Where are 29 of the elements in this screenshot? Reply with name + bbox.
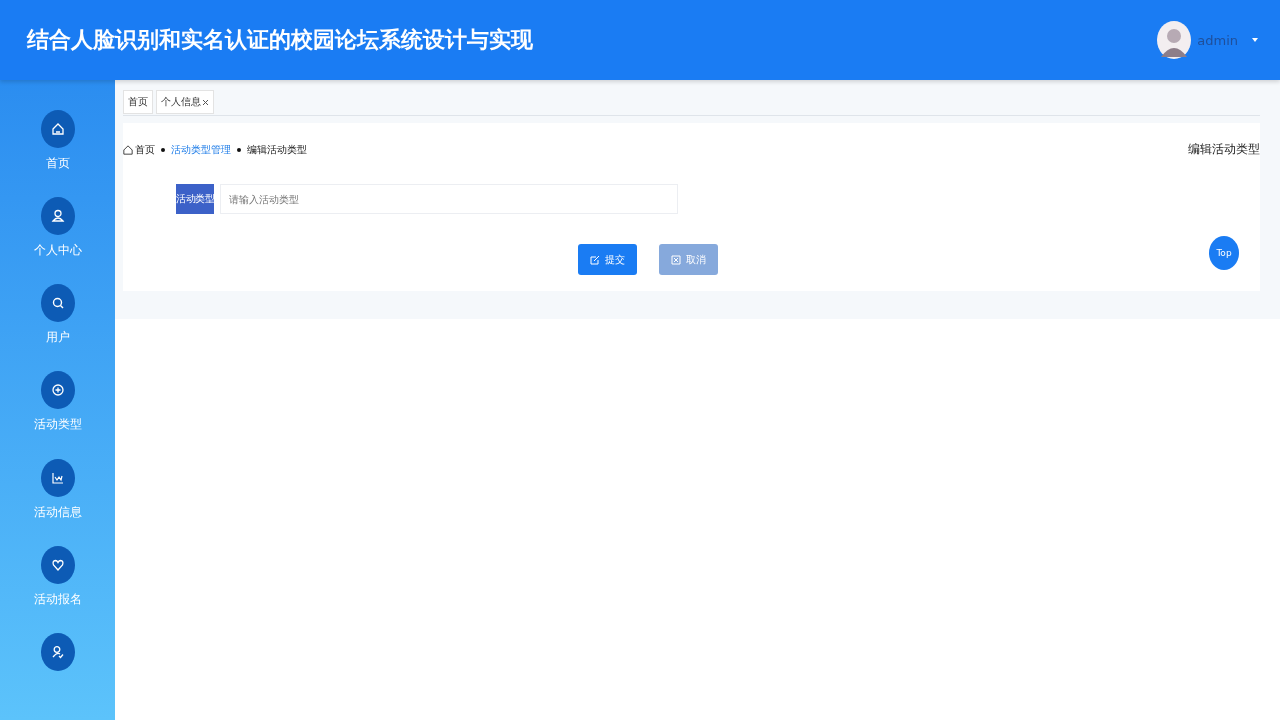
page-title: 编辑活动类型 (1188, 141, 1260, 158)
usercheck-icon[interactable] (40, 632, 75, 671)
user-icon[interactable] (40, 197, 75, 236)
avatar-icon[interactable] (1157, 21, 1192, 59)
sidebar-item[interactable]: 活动类型 (33, 416, 82, 434)
field-label: 活动类型 (176, 184, 214, 214)
app-title: 结合人脸识别和实名认证的校园论坛系统设计与实现 (27, 26, 533, 54)
submit-button[interactable]: 提交 (577, 244, 637, 275)
sidebar-item[interactable]: 用户 (45, 329, 70, 347)
input-field[interactable]: 请输入活动类型 (220, 184, 678, 214)
home-icon[interactable] (123, 144, 133, 155)
sidebar-item[interactable]: 活动报名 (33, 590, 82, 608)
chart-icon[interactable] (40, 458, 75, 497)
cancel-button[interactable]: 取消 (658, 244, 718, 275)
search-icon[interactable] (40, 284, 75, 323)
cancel-icon (670, 254, 681, 265)
username[interactable]: admin (1197, 32, 1238, 48)
breadcrumb-current: 编辑活动类型 (247, 142, 307, 157)
sidebar-item[interactable]: 首页 (45, 155, 70, 172)
edit-icon (589, 254, 600, 265)
breadcrumb-link[interactable]: 活动类型管理 (171, 142, 231, 157)
back-to-top-button[interactable]: Top (1209, 236, 1239, 270)
close-icon[interactable] (202, 98, 209, 106)
plus-icon[interactable] (40, 371, 75, 410)
home-icon[interactable] (40, 110, 75, 148)
caret-icon[interactable] (1252, 38, 1258, 42)
sidebar-item[interactable]: 个人中心 (33, 242, 82, 260)
breadcrumb-link[interactable]: 首页 (135, 142, 155, 157)
sidebar-item[interactable]: 活动信息 (33, 503, 82, 521)
